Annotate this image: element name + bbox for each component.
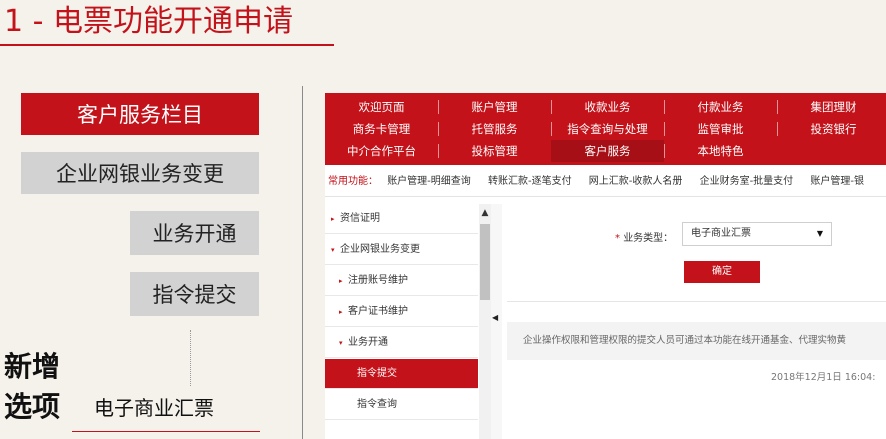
nav-investment-bank[interactable]: 投资银行 — [777, 118, 886, 140]
new-label-line1: 新增 — [4, 350, 61, 383]
nav-separator — [664, 144, 665, 158]
nav-customer-service[interactable]: 客户服务 — [551, 140, 664, 162]
new-label-line2: 选项 — [4, 390, 61, 423]
flow-step-submit: 指令提交 — [130, 272, 259, 316]
nav-separator — [664, 100, 665, 114]
flow-step-ebank-change: 企业网银业务变更 — [21, 152, 259, 194]
expand-arrow-icon: ▸ — [339, 308, 343, 316]
sidebar-item-label: 指令提交 — [357, 368, 397, 379]
notice-text: 企业操作权限和管理权限的提交人员可通过本功能在线开通基金、代理实物黄 — [507, 322, 886, 360]
sidebar-item-label: 注册账号维护 — [348, 275, 408, 286]
nav-separator — [777, 100, 778, 114]
nav-welcome[interactable]: 欢迎页面 — [325, 96, 438, 118]
sidebar-item-instruction-submit[interactable]: 指令提交 — [325, 359, 478, 389]
collapse-arrow-icon: ▾ — [339, 339, 343, 347]
nav-separator — [551, 122, 552, 136]
vertical-divider — [302, 86, 303, 439]
nav-local-feature[interactable]: 本地特色 — [664, 140, 777, 162]
flow-step-business-open: 业务开通 — [130, 211, 259, 255]
sidebar-item-cert-maintenance[interactable]: ▸ 客户证书维护 — [325, 297, 478, 327]
sidebar-item-business-open[interactable]: ▾ 业务开通 — [325, 328, 478, 358]
business-type-select[interactable]: 电子商业汇票 ▼ — [682, 222, 832, 246]
nav-receipt[interactable]: 收款业务 — [551, 96, 664, 118]
scroll-up-icon[interactable]: ▲ — [479, 204, 491, 222]
new-option-text: 电子商业汇票 — [94, 396, 214, 420]
new-option-underline — [72, 431, 260, 432]
nav-instruction-query[interactable]: 指令查询与处理 — [551, 118, 664, 140]
confirm-button[interactable]: 确定 — [684, 261, 760, 283]
business-type-label: * 业务类型： — [615, 229, 673, 244]
quickbar-divider — [325, 196, 886, 197]
quick-link-transfer[interactable]: 转账汇款-逐笔支付 — [488, 176, 572, 187]
timestamp: 2018年12月1日 16:04: — [771, 372, 876, 383]
sidebar: ▸ 资信证明 ▾ 企业网银业务变更 ▸ 注册账号维护 ▸ 客户证书维护 ▾ 业务开通 指令… — [325, 204, 491, 439]
sidebar-item-credit-proof[interactable]: ▸ 资信证明 — [325, 204, 478, 234]
nav-separator — [438, 144, 439, 158]
nav-separator — [438, 122, 439, 136]
quick-functions-label: 常用功能： — [328, 176, 378, 187]
scrollbar-thumb[interactable] — [480, 224, 490, 300]
quick-link-account-detail[interactable]: 账户管理-明细查询 — [387, 176, 471, 187]
sidebar-item-account-maintenance[interactable]: ▸ 注册账号维护 — [325, 266, 478, 296]
sidebar-item-instruction-query[interactable]: 指令查询 — [325, 390, 478, 420]
quick-link-batch-payment[interactable]: 企业财务室-批量支付 — [700, 176, 794, 187]
nav-supervision[interactable]: 监管审批 — [664, 118, 777, 140]
flow-step-customer-service: 客户服务栏目 — [21, 93, 259, 135]
nav-separator — [777, 122, 778, 136]
quick-link-account-bank[interactable]: 账户管理-银 — [810, 176, 864, 187]
title-underline — [0, 44, 334, 46]
collapse-left-icon[interactable]: ◀ — [492, 313, 498, 322]
nav-bidding[interactable]: 投标管理 — [438, 140, 551, 162]
flow-connector — [190, 330, 191, 386]
sidebar-item-label: 指令查询 — [357, 399, 397, 410]
nav-separator — [551, 100, 552, 114]
sidebar-item-label: 客户证书维护 — [348, 306, 408, 317]
nav-payment[interactable]: 付款业务 — [664, 96, 777, 118]
quick-functions-bar: 常用功能： 账户管理-明细查询 转账汇款-逐笔支付 网上汇款-收款人名册 企业财… — [325, 171, 886, 193]
nav-account[interactable]: 账户管理 — [438, 96, 551, 118]
content-divider — [507, 301, 886, 302]
expand-arrow-icon: ▸ — [339, 277, 343, 285]
expand-arrow-icon: ▸ — [331, 215, 335, 223]
collapse-arrow-icon: ▾ — [331, 246, 335, 254]
sidebar-item-label: 业务开通 — [348, 337, 388, 348]
business-type-value: 电子商业汇票 — [691, 228, 751, 239]
sidebar-item-label: 企业网银业务变更 — [340, 244, 420, 255]
nav-intermediary[interactable]: 中介合作平台 — [325, 140, 438, 162]
nav-custody[interactable]: 托管服务 — [438, 118, 551, 140]
nav-separator — [438, 100, 439, 114]
slide-title: 1 - 电票功能开通申请 — [4, 4, 293, 39]
top-navigation: 欢迎页面 账户管理 收款业务 付款业务 集团理财 商务卡管理 托管服务 指令查询… — [325, 93, 886, 165]
nav-group-finance[interactable]: 集团理财 — [777, 96, 886, 118]
nav-business-card[interactable]: 商务卡管理 — [325, 118, 438, 140]
ebank-screenshot: 欢迎页面 账户管理 收款业务 付款业务 集团理财 商务卡管理 托管服务 指令查询… — [325, 93, 886, 439]
sidebar-item-label: 资信证明 — [340, 213, 380, 224]
required-star: * — [615, 233, 620, 244]
chevron-down-icon: ▼ — [816, 229, 823, 238]
business-type-label-text: 业务类型： — [623, 233, 674, 244]
nav-separator — [664, 122, 665, 136]
quick-link-payee-list[interactable]: 网上汇款-收款人名册 — [589, 176, 683, 187]
sidebar-item-ebank-change[interactable]: ▾ 企业网银业务变更 — [325, 235, 478, 265]
